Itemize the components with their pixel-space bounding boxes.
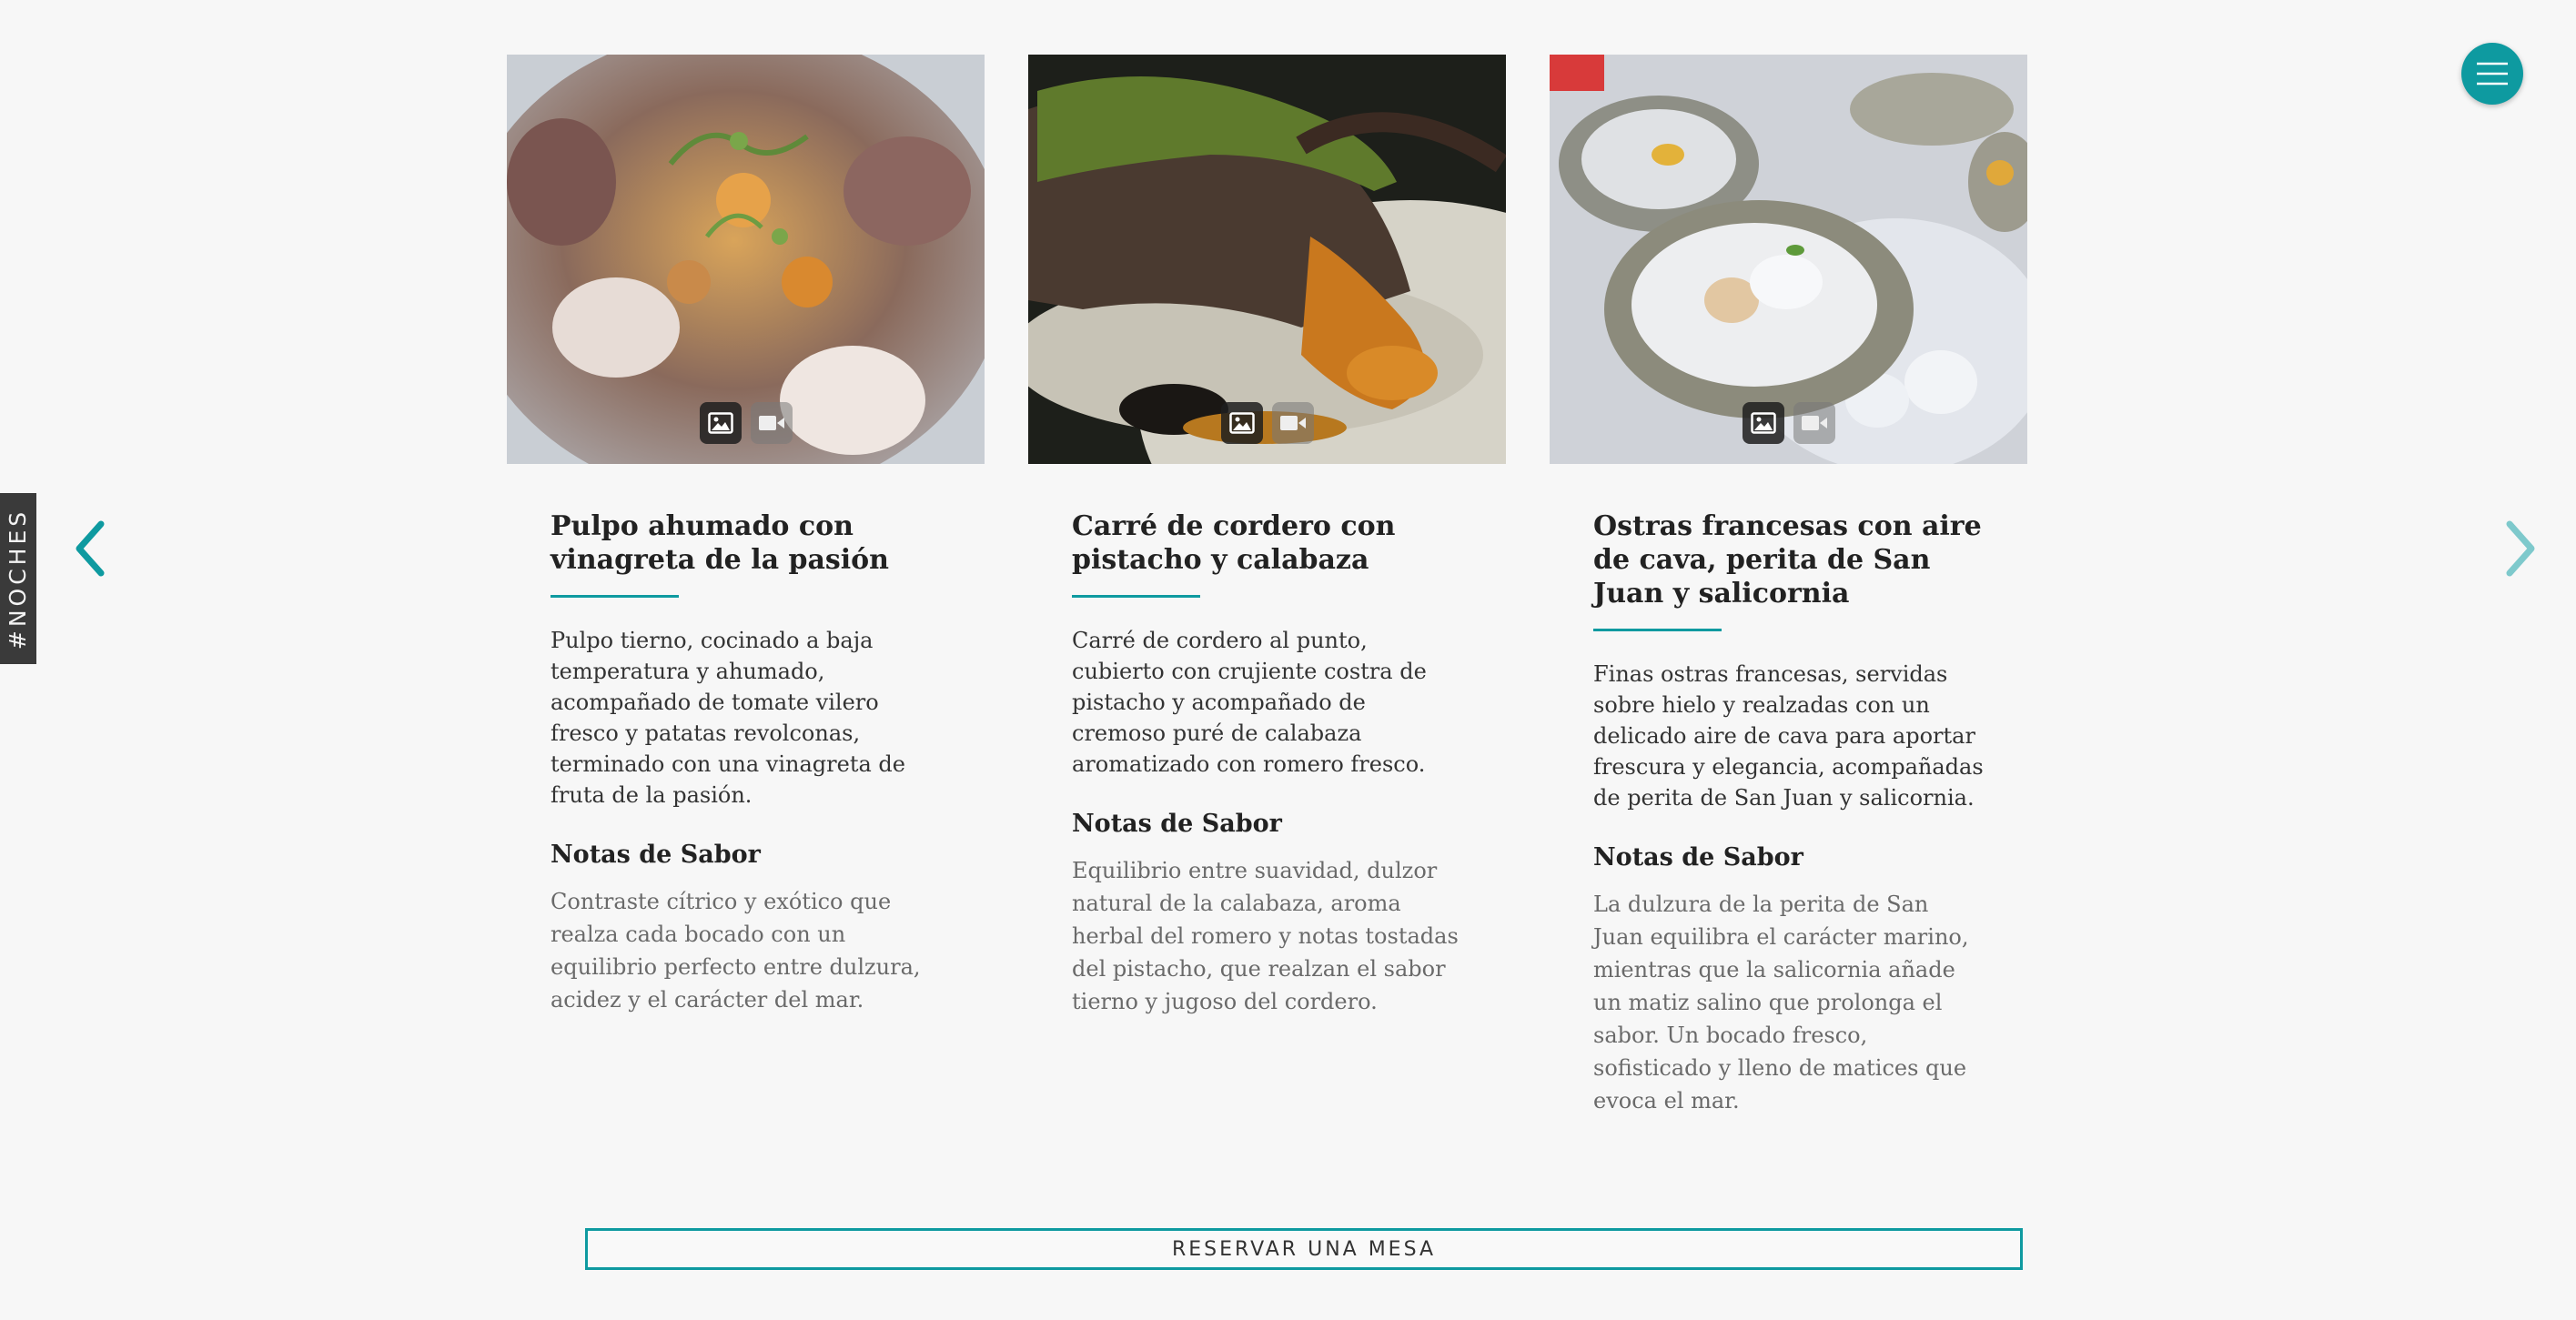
- dish-description: Finas ostras francesas, servidas sobre h…: [1593, 661, 1984, 811]
- notes-heading: Notas de Sabor: [1593, 843, 1803, 872]
- flavor-notes: Contraste cítrico y exótico que realza c…: [551, 889, 921, 1013]
- title-underline: [551, 595, 679, 598]
- title-underline: [1593, 629, 1722, 631]
- dish-card-cordero: Carré de cordero con pistacho y calabaza…: [1028, 55, 1506, 1018]
- notes-heading: Notas de Sabor: [1072, 810, 1282, 838]
- photo-toggle[interactable]: [1220, 402, 1263, 444]
- video-toggle[interactable]: [1793, 402, 1835, 444]
- notes-heading: Notas de Sabor: [551, 841, 761, 869]
- reserve-table-button[interactable]: RESERVAR UNA MESA: [585, 1228, 2023, 1270]
- photo-toggle[interactable]: [1742, 402, 1784, 444]
- next-slide-button[interactable]: [2499, 517, 2539, 580]
- video-toggle[interactable]: [1271, 402, 1314, 444]
- dish-title: Pulpo ahumado con vinagreta de la pasión: [551, 510, 889, 576]
- menu-button[interactable]: [2461, 43, 2523, 105]
- video-toggle[interactable]: [750, 402, 793, 444]
- previous-slide-button[interactable]: [72, 517, 112, 580]
- dish-photo[interactable]: [1028, 55, 1506, 464]
- flavor-notes: La dulzura de la perita de San Juan equi…: [1593, 892, 1969, 1113]
- title-underline: [1072, 595, 1200, 598]
- dish-photo[interactable]: [1550, 55, 2027, 464]
- dish-title: Ostras francesas con aire de cava, perit…: [1593, 510, 1982, 610]
- dish-description: Pulpo tierno, cocinado a baja temperatur…: [551, 628, 905, 808]
- dish-card-ostras: Ostras francesas con aire de cava, perit…: [1550, 55, 2027, 1117]
- flavor-notes: Equilibrio entre suavidad, dulzor natura…: [1072, 858, 1459, 1014]
- side-tab-noches[interactable]: #NOCHES: [0, 493, 36, 664]
- photo-toggle[interactable]: [699, 402, 742, 444]
- video-icon: [758, 416, 784, 430]
- dish-title: Carré de cordero con pistacho y calabaza: [1072, 510, 1396, 576]
- side-tab-label: #NOCHES: [5, 508, 32, 650]
- dish-card-pulpo: Pulpo ahumado con vinagreta de la pasión…: [507, 55, 985, 1016]
- video-icon: [1801, 416, 1827, 430]
- dish-photo[interactable]: [507, 55, 985, 464]
- image-icon: [707, 412, 733, 434]
- hamburger-menu-icon: [2477, 62, 2508, 86]
- chevron-left-icon: [76, 520, 105, 577]
- image-icon: [1228, 412, 1255, 434]
- image-icon: [1750, 412, 1776, 434]
- video-icon: [1279, 416, 1306, 430]
- dish-description: Carré de cordero al punto, cubierto con …: [1072, 628, 1427, 777]
- chevron-right-icon: [2506, 520, 2535, 577]
